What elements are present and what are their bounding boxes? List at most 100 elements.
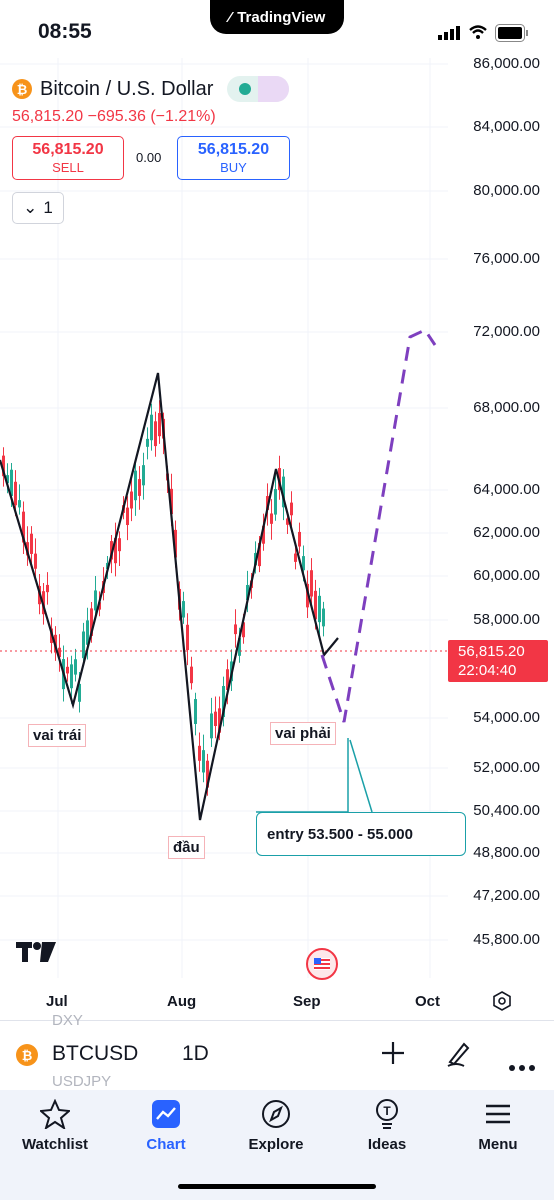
candle	[234, 624, 237, 635]
candle	[130, 491, 133, 509]
candle	[154, 421, 157, 447]
candle	[318, 595, 321, 623]
buy-label: BUY	[220, 160, 247, 175]
projection-dashed-line	[320, 328, 437, 723]
candle	[146, 438, 149, 447]
price-axis-tick: 47,200.00	[473, 887, 540, 904]
candle	[94, 590, 97, 611]
tradingview-watermark-icon	[16, 940, 56, 971]
candle	[118, 538, 121, 552]
sell-button[interactable]: 56,815.20 SELL	[12, 136, 124, 180]
time-axis-tick: Jul	[46, 993, 68, 1010]
candle	[194, 699, 197, 724]
price-axis-tick: 58,000.00	[473, 611, 540, 628]
tab-label: Menu	[478, 1136, 518, 1153]
head-and-shoulders-pattern-line	[0, 372, 339, 821]
visibility-toggle[interactable]	[227, 76, 290, 102]
tab-watchlist[interactable]: Watchlist	[0, 1098, 110, 1153]
chart-settings-icon[interactable]	[492, 991, 512, 1011]
buy-button[interactable]: 56,815.20 BUY	[177, 136, 290, 180]
candle	[70, 664, 73, 689]
collapse-indicators-button[interactable]: ⌄ 1	[12, 192, 64, 224]
menu-icon	[443, 1098, 553, 1130]
price-axis-tick: 64,000.00	[473, 481, 540, 498]
candle	[150, 414, 153, 441]
economic-event-icon[interactable]	[306, 948, 338, 980]
ghost-symbol-top: DXY	[52, 1012, 83, 1029]
candle	[74, 659, 77, 675]
candle	[198, 745, 201, 761]
chart-icon	[111, 1098, 221, 1130]
tradingview-logo-icon: ⁄	[228, 8, 232, 26]
price-axis-tick: 68,000.00	[473, 399, 540, 416]
price-axis-tick: 45,800.00	[473, 931, 540, 948]
price-axis-tick: 54,000.00	[473, 709, 540, 726]
wifi-icon	[468, 24, 488, 45]
candle	[298, 531, 301, 547]
chevron-down-icon: ⌄	[23, 198, 38, 217]
candle	[294, 553, 297, 562]
price-axis-tick: 86,000.00	[473, 55, 540, 72]
price-axis-tick: 84,000.00	[473, 118, 540, 135]
candle	[322, 608, 325, 627]
add-icon[interactable]	[380, 1040, 406, 1073]
star-icon	[0, 1098, 110, 1130]
candle	[190, 666, 193, 684]
buy-value: 56,815.20	[197, 141, 270, 158]
status-time: 08:55	[38, 20, 92, 43]
tab-menu[interactable]: Menu	[443, 1098, 553, 1153]
candle	[310, 570, 313, 597]
candle	[210, 713, 213, 739]
ghost-symbol-bottom: USDJPY	[52, 1073, 112, 1090]
candle	[66, 666, 69, 674]
entry-callout[interactable]: entry 53.500 - 55.000	[256, 812, 466, 856]
tab-label: Watchlist	[21, 1136, 89, 1153]
price-axis-tick: 52,000.00	[473, 759, 540, 776]
candle	[126, 507, 129, 526]
candle	[290, 502, 293, 516]
tradingview-pill-label: TradingView	[237, 8, 326, 26]
lightbulb-icon: T	[332, 1098, 442, 1130]
candle	[186, 624, 189, 651]
bitcoin-icon: ₿	[16, 1044, 38, 1066]
candle	[138, 479, 141, 496]
price-axis-tick: 60,000.00	[473, 567, 540, 584]
candle	[274, 489, 277, 515]
price-axis-tick: 50,400.00	[473, 802, 540, 819]
candle	[182, 601, 185, 618]
time-axis-tick: Sep	[293, 993, 321, 1010]
candle	[46, 584, 49, 593]
candle	[18, 500, 21, 508]
last-price-tag: 56,815.20 22:04:40	[448, 640, 548, 682]
price-change-line: 56,815.20 −695.36 (−1.21%)	[12, 108, 216, 125]
candle	[82, 631, 85, 659]
tab-label: Chart	[146, 1136, 186, 1153]
tab-label: Explore	[248, 1136, 304, 1153]
home-indicator	[178, 1184, 376, 1189]
spread-value: 0.00	[136, 150, 162, 165]
symbol-header[interactable]: ₿ Bitcoin / U.S. Dollar	[12, 76, 290, 102]
left-shoulder-label[interactable]: vai trái	[28, 724, 87, 747]
interval-button[interactable]: 1D	[182, 1042, 209, 1066]
candle	[202, 750, 205, 773]
head-label[interactable]: đầu	[168, 836, 205, 859]
share-icon[interactable]	[258, 76, 290, 102]
right-shoulder-label[interactable]: vai phải	[270, 722, 336, 745]
candle	[34, 553, 37, 569]
entry-connector-diagonal	[349, 739, 373, 813]
candle	[30, 533, 33, 554]
tab-explore[interactable]: Explore	[221, 1098, 331, 1153]
time-axis-tick: Oct	[415, 993, 441, 1010]
tab-chart[interactable]: Chart	[111, 1098, 221, 1153]
drawing-tools-icon[interactable]	[446, 1040, 472, 1075]
time-axis-tick: Aug	[167, 993, 197, 1010]
last-price-value: 56,815.20	[458, 643, 525, 660]
tab-ideas[interactable]: T Ideas	[332, 1098, 442, 1153]
compass-icon	[221, 1098, 331, 1130]
more-options-icon[interactable]	[508, 1048, 536, 1079]
signal-icon	[438, 26, 460, 40]
sell-label: SELL	[52, 160, 84, 175]
candle	[214, 711, 217, 727]
symbol-search-button[interactable]: BTCUSD	[52, 1042, 138, 1066]
candle	[158, 413, 161, 437]
